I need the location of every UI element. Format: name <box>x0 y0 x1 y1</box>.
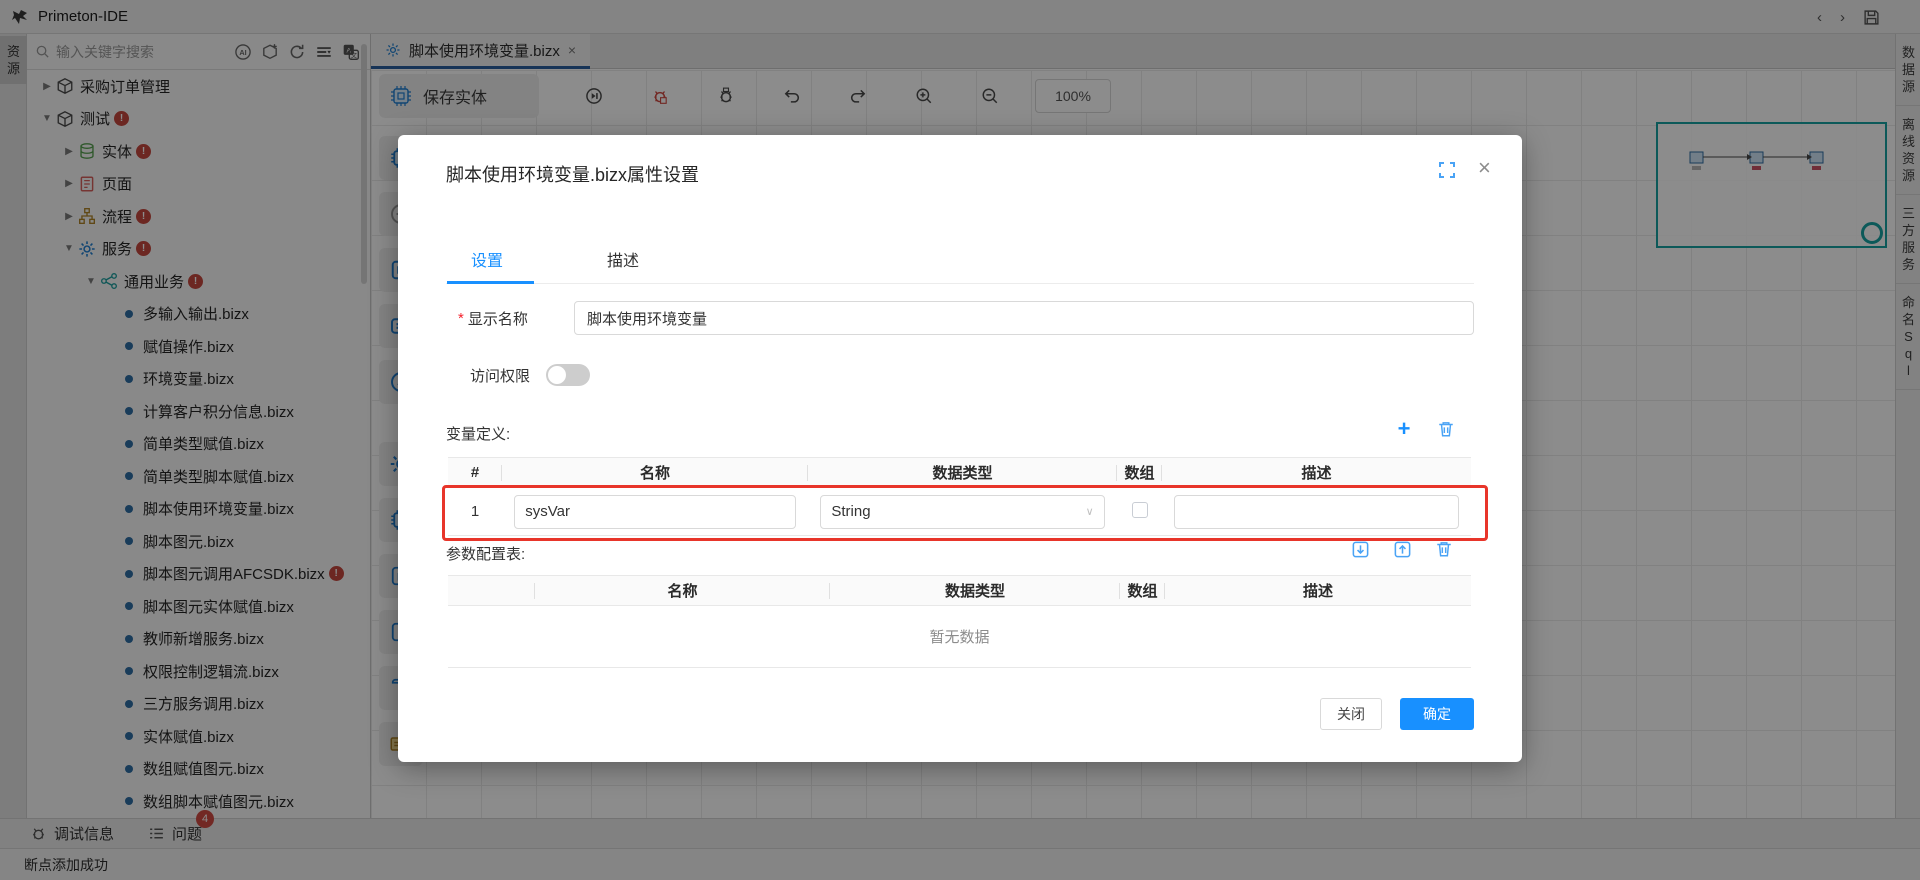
var-array-checkbox[interactable] <box>1132 502 1148 518</box>
access-row: 访问权限 <box>470 363 590 387</box>
param-table: 名称 数据类型 数组 描述 暂无数据 <box>448 575 1471 668</box>
dialog-tab-description[interactable]: 描述 <box>607 247 639 271</box>
display-name-input[interactable] <box>574 301 1474 335</box>
delete-param-icon[interactable] <box>1434 539 1454 559</box>
empty-data-text: 暂无数据 <box>929 629 989 646</box>
display-name-label: 显示名称 <box>468 308 528 329</box>
required-star: * <box>458 310 464 327</box>
var-section-label: 变量定义: <box>446 423 510 444</box>
close-icon[interactable]: × <box>1478 155 1491 181</box>
param-table-header: 名称 数据类型 数组 描述 <box>448 576 1471 606</box>
fullscreen-icon[interactable] <box>1438 161 1456 184</box>
toggle-knob <box>548 366 566 384</box>
tab-ink-bar <box>447 281 534 284</box>
row-index: 1 <box>471 503 479 520</box>
import-icon[interactable] <box>1350 539 1370 559</box>
export-icon[interactable] <box>1392 539 1412 559</box>
close-button[interactable]: 关闭 <box>1320 698 1382 730</box>
add-row-icon[interactable]: + <box>1394 419 1414 439</box>
var-desc-input[interactable] <box>1174 495 1458 529</box>
properties-dialog: 脚本使用环境变量.bizx属性设置 × 设置 描述 * 显示名称 访问权限 变量… <box>398 135 1522 762</box>
dialog-tab-settings[interactable]: 设置 <box>471 247 503 271</box>
var-type-value: String <box>831 503 870 520</box>
dialog-title: 脚本使用环境变量.bizx属性设置 <box>446 161 699 187</box>
chevron-down-icon: ∨ <box>1086 505 1094 518</box>
var-type-select[interactable]: String ∨ <box>820 495 1104 529</box>
param-empty-row: 暂无数据 <box>448 606 1471 668</box>
tab-divider <box>446 283 1474 284</box>
access-label: 访问权限 <box>470 365 530 386</box>
display-name-row: * 显示名称 <box>458 301 1474 335</box>
var-name-input[interactable] <box>514 495 796 529</box>
variable-row: 1 String ∨ <box>448 488 1471 536</box>
variable-table: # 名称 数据类型 数组 描述 1 String ∨ <box>448 457 1471 536</box>
dialog-footer: 关闭 确定 <box>398 698 1522 738</box>
variable-table-header: # 名称 数据类型 数组 描述 <box>448 458 1471 488</box>
param-section-label: 参数配置表: <box>446 543 525 564</box>
access-toggle[interactable] <box>546 364 590 386</box>
delete-row-icon[interactable] <box>1436 419 1456 439</box>
ok-button[interactable]: 确定 <box>1400 698 1474 730</box>
